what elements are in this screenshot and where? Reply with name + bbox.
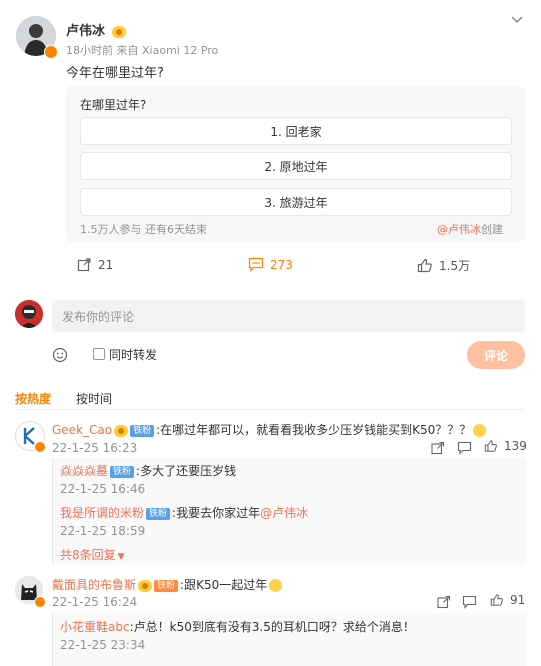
comment-input-placeholder: 发布你的评论 <box>62 310 135 324</box>
smile-emoji-icon <box>269 579 283 592</box>
thumbs-up-icon <box>490 593 504 607</box>
comment-input[interactable]: 发布你的评论 <box>52 300 525 332</box>
poll-creator-suffix: 创建 <box>481 223 503 236</box>
comment-date: 22-1-25 16:23 <box>52 441 138 455</box>
fan-badge: 铁粉 <box>130 424 155 437</box>
comment-reply-icon[interactable] <box>462 594 477 610</box>
reply-text: :卢总！k50到底有没有3.5的耳机口呀？求给个消息！ <box>129 620 415 634</box>
tabs-divider <box>15 409 525 410</box>
comment-text: :跟K50一起过年 <box>180 578 268 592</box>
tear-emoji-icon <box>473 424 487 437</box>
reply-username[interactable]: 我是所谓的米粉 <box>60 506 144 520</box>
current-user-avatar[interactable] <box>15 300 43 328</box>
comment-body: 戴面具的布鲁斯 铁粉:跟K50一起过年 <box>52 576 283 593</box>
comment-reply-icon[interactable] <box>457 440 472 456</box>
comment-share-icon[interactable] <box>431 440 445 455</box>
verified-badge-icon <box>44 45 58 59</box>
comment-username[interactable]: Geek_Cao <box>52 423 112 437</box>
poll-stats: 1.5万人参与 还有6天结束 <box>80 223 207 236</box>
emoji-icon[interactable] <box>52 347 68 363</box>
comment-icon <box>248 257 264 272</box>
caret-down-icon: ▼ <box>117 552 125 562</box>
reply-mention-link[interactable]: @卢伟冰 <box>260 506 308 520</box>
comment-like-count: 91 <box>510 593 526 607</box>
comment-text: :在哪过年都可以，就看看我收多少压岁钱能买到K50？？？ <box>156 423 472 437</box>
poll-creator-link[interactable]: @卢伟冰 <box>437 223 481 236</box>
comment-count: 273 <box>270 257 293 272</box>
poll-option-1[interactable]: 1. 回老家 <box>80 117 512 145</box>
poll-question: 在哪里过年? <box>80 98 147 112</box>
comment-share-icon[interactable] <box>437 594 451 609</box>
reply-username[interactable]: 小花重鞋abc <box>60 620 130 634</box>
comment-date: 22-1-25 16:24 <box>52 595 138 609</box>
reply-text: :多大了还要压岁钱 <box>136 464 237 478</box>
reply-body: 焱焱焱墓 铁粉:多大了还要压岁钱 <box>60 462 236 479</box>
share-button[interactable]: 21 <box>77 257 113 272</box>
submit-comment-button[interactable]: 评论 <box>467 341 525 369</box>
more-replies-link[interactable]: 共8条回复 ▼ <box>60 546 125 563</box>
member-crown-icon <box>111 25 126 38</box>
member-crown-icon <box>138 579 153 592</box>
comment-like-button[interactable]: 139 <box>484 439 527 453</box>
share-count: 21 <box>98 257 114 272</box>
reply-date: 22-1-25 16:46 <box>60 482 146 496</box>
reply-username[interactable]: 焱焱焱墓 <box>60 464 108 478</box>
reply-body: 我是所谓的米粉 铁粉:我要去你家过年@卢伟冰 <box>60 504 308 521</box>
fan-badge: 铁粉 <box>110 465 135 478</box>
reply-text: :我要去你家过年 <box>172 506 261 520</box>
reply-date: 22-1-25 23:34 <box>60 638 146 652</box>
verified-badge-icon <box>34 596 46 608</box>
post-time[interactable]: 18小时前 <box>66 44 113 57</box>
thumbs-up-icon <box>417 258 433 273</box>
submit-comment-label: 评论 <box>483 348 508 363</box>
author-name[interactable]: 卢伟冰 <box>66 24 105 39</box>
comment-like-count: 139 <box>504 439 527 453</box>
more-options-chevron-icon[interactable] <box>510 12 524 26</box>
post-text: 今年在哪里过年? <box>66 66 164 81</box>
tab-sort-by-time[interactable]: 按时间 <box>76 390 112 407</box>
reply-date: 22-1-25 18:59 <box>60 524 146 538</box>
fan-badge: 铁粉 <box>154 579 179 592</box>
thumbs-up-icon <box>484 439 498 453</box>
comment-button[interactable]: 273 <box>248 257 293 272</box>
post-source: 来自 Xiaomi 12 Pro <box>116 44 219 57</box>
comment-username[interactable]: 戴面具的布鲁斯 <box>52 578 136 592</box>
verified-badge-icon <box>34 441 46 453</box>
reply-body: 小花重鞋abc:卢总！k50到底有没有3.5的耳机口呀？求给个消息！ <box>60 618 415 635</box>
repost-checkbox[interactable] <box>93 348 105 360</box>
poll-option-2[interactable]: 2. 原地过年 <box>80 152 512 180</box>
poll-option-3[interactable]: 3. 旅游过年 <box>80 188 512 216</box>
comment-like-button[interactable]: 91 <box>490 593 525 607</box>
fan-badge: 铁粉 <box>146 507 171 520</box>
like-button[interactable]: 1.5万 <box>417 257 470 274</box>
repost-label: 同时转发 <box>109 348 158 362</box>
comment-body: Geek_Cao 铁粉:在哪过年都可以，就看看我收多少压岁钱能买到K50？？？ <box>52 421 487 438</box>
tab-sort-by-hot[interactable]: 按热度 <box>15 390 51 407</box>
like-count: 1.5万 <box>439 259 471 273</box>
more-replies-label: 共8条回复 <box>60 548 116 562</box>
share-icon <box>77 257 92 272</box>
member-crown-icon <box>114 424 129 437</box>
